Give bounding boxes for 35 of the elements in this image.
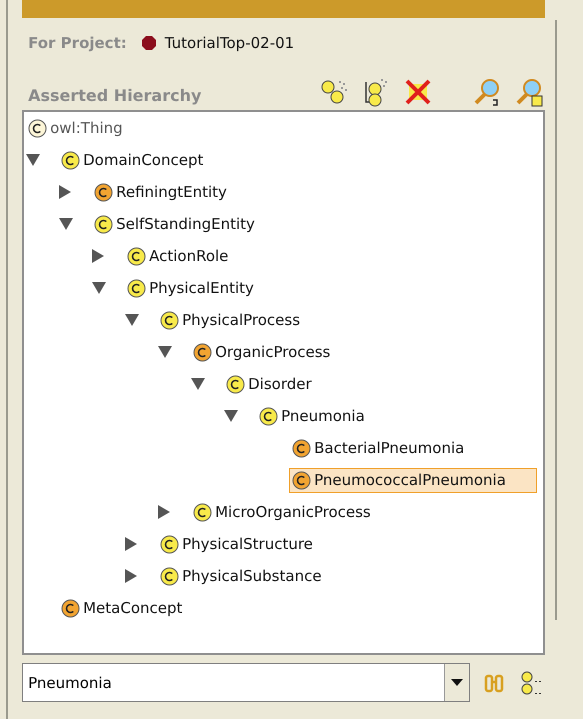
caret-icon (451, 679, 464, 686)
tree-node[interactable]: PneumococcalPneumonia (289, 468, 537, 492)
tree-node[interactable]: PhysicalProcess (157, 308, 332, 332)
project-icon (140, 35, 157, 51)
tree-node[interactable]: Disorder (223, 372, 343, 396)
tree-node[interactable]: RefiningtEntity (91, 180, 258, 204)
expanded-arrow-icon[interactable] (92, 282, 106, 294)
expanded-arrow-icon[interactable] (191, 378, 206, 390)
tree-node[interactable]: PhysicalEntity (124, 276, 285, 300)
collapsed-arrow-icon[interactable] (158, 505, 170, 519)
collapsed-arrow-icon[interactable] (59, 185, 72, 199)
tree-node[interactable]: PhysicalSubstance (157, 564, 353, 588)
project-label: For Project: (28, 34, 127, 52)
tree-node[interactable]: SelfStandingEntity (91, 212, 286, 236)
project-name: TutorialTop-02-01 (164, 34, 294, 52)
tree-node[interactable]: MetaConcept (58, 596, 214, 620)
tree-node[interactable]: Pneumonia (256, 404, 396, 428)
tree-node[interactable]: OrganicProcess (190, 340, 362, 364)
expanded-arrow-icon[interactable] (158, 346, 172, 358)
dropdown-button[interactable] (444, 664, 470, 701)
delete-icon[interactable] (403, 77, 434, 107)
collapsed-arrow-icon[interactable] (125, 569, 138, 583)
tree-node[interactable]: DomainConcept (58, 148, 234, 172)
collapsed-arrow-icon[interactable] (125, 537, 138, 551)
tree-node[interactable]: MicroOrganicProcess (190, 500, 402, 524)
section-title: Asserted Hierarchy (28, 86, 202, 107)
tree-node[interactable]: PhysicalStructure (157, 532, 344, 556)
expanded-arrow-icon[interactable] (26, 154, 40, 166)
expanded-arrow-icon[interactable] (125, 314, 140, 326)
expanded-arrow-icon[interactable] (224, 410, 238, 422)
collapsed-arrow-icon[interactable] (92, 249, 104, 263)
expanded-arrow-icon[interactable] (59, 218, 74, 230)
tree-node[interactable]: ActionRole (124, 244, 260, 268)
tree-node[interactable]: owl:Thing (25, 116, 154, 140)
tree-node[interactable]: BacterialPneumonia (289, 436, 496, 460)
